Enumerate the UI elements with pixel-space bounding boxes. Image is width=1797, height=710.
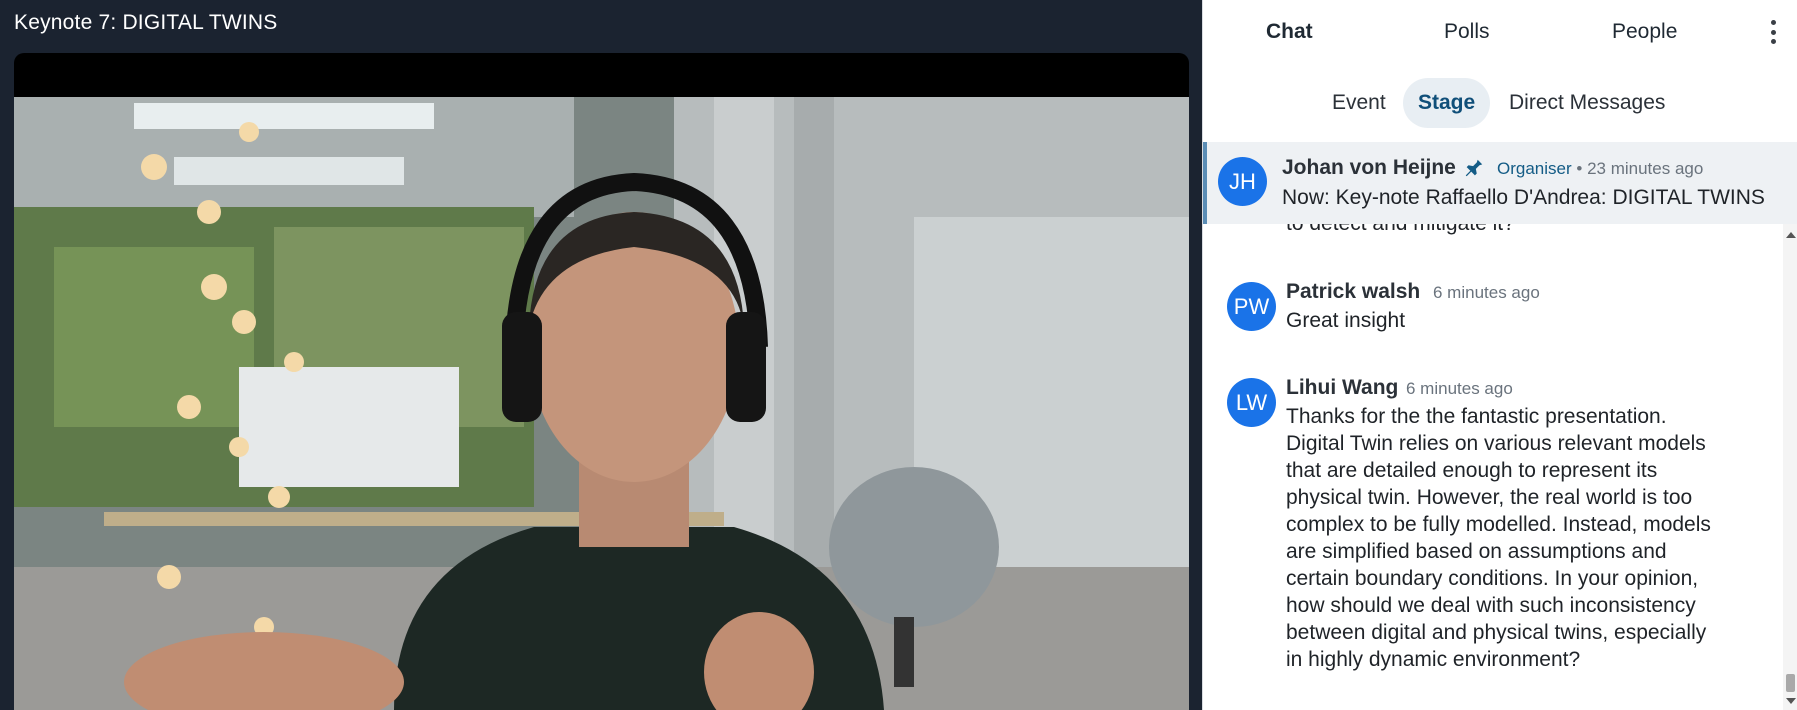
video-feed <box>14 97 1189 710</box>
meta-separator: • <box>1576 159 1583 178</box>
avatar: PW <box>1227 282 1276 331</box>
message-line: Thanks for the the fantastic presentatio… <box>1286 405 1667 428</box>
scrollbar-thumb[interactable] <box>1786 674 1795 692</box>
stage-area: Keynote 7: DIGITAL TWINS <box>0 0 1202 710</box>
message-line: physical twin. However, the real world i… <box>1286 486 1693 509</box>
message-author-name[interactable]: Patrick walsh <box>1286 280 1420 304</box>
video-player[interactable] <box>14 53 1189 710</box>
message-line: certain boundary conditions. In your opi… <box>1286 567 1699 590</box>
speaker-video-frame <box>14 97 1189 710</box>
subtab-event[interactable]: Event <box>1317 78 1401 128</box>
message-line: in highly dynamic environment? <box>1286 648 1581 671</box>
message-line: complex to be fully modelled. Instead, m… <box>1286 513 1711 536</box>
pin-icon <box>1465 159 1483 177</box>
pinned-text: Now: Key-note Raffaello D'Andrea: DIGITA… <box>1282 186 1765 209</box>
message-line: Great insight <box>1286 309 1406 332</box>
panel-tabs: Chat Polls People <box>1203 0 1797 64</box>
message-text: Thanks for the the fantastic presentatio… <box>1286 403 1711 673</box>
subtab-stage[interactable]: Stage <box>1403 78 1491 128</box>
scroll-up-icon[interactable] <box>1786 232 1796 238</box>
message-list[interactable]: to detect and mitigate it? PW Patrick wa… <box>1203 224 1783 710</box>
organiser-label: Organiser <box>1497 159 1572 178</box>
stage-title: Keynote 7: DIGITAL TWINS <box>14 11 278 34</box>
tab-chat[interactable]: Chat <box>1266 20 1313 44</box>
scroll-down-icon[interactable] <box>1786 698 1796 704</box>
avatar: JH <box>1218 157 1267 206</box>
message-line: how should we deal with such inconsisten… <box>1286 594 1696 617</box>
clipped-message-text: to detect and mitigate it? <box>1286 224 1515 236</box>
message-timestamp: 6 minutes ago <box>1406 379 1513 398</box>
tab-polls[interactable]: Polls <box>1444 20 1490 44</box>
message-scrollbar[interactable] <box>1783 224 1797 710</box>
message-line: that are detailed enough to represent it… <box>1286 459 1658 482</box>
chat-subtabs: Event Stage Direct Messages <box>1203 78 1797 128</box>
pinned-timestamp: 23 minutes ago <box>1587 159 1704 178</box>
message-author-name[interactable]: Lihui Wang <box>1286 376 1398 400</box>
more-vertical-icon[interactable] <box>1763 16 1783 48</box>
message-line: Digital Twin relies on various relevant … <box>1286 432 1706 455</box>
chat-panel: Chat Polls People Event Stage Direct Mes… <box>1202 0 1797 710</box>
pinned-author-name[interactable]: Johan von Heijne <box>1282 156 1456 180</box>
tab-people[interactable]: People <box>1612 20 1677 44</box>
message-line: are simplified based on assumptions and <box>1286 540 1667 563</box>
pinned-meta: Organiser • 23 minutes ago <box>1497 159 1703 179</box>
message-line: between digital and physical twins, espe… <box>1286 621 1707 644</box>
avatar: LW <box>1227 378 1276 427</box>
message-timestamp: 6 minutes ago <box>1433 283 1540 302</box>
subtab-direct-messages[interactable]: Direct Messages <box>1494 78 1680 128</box>
pinned-message[interactable]: JH Johan von Heijne Organiser • 23 minut… <box>1203 142 1797 224</box>
message-text: Great insight <box>1286 307 1405 334</box>
